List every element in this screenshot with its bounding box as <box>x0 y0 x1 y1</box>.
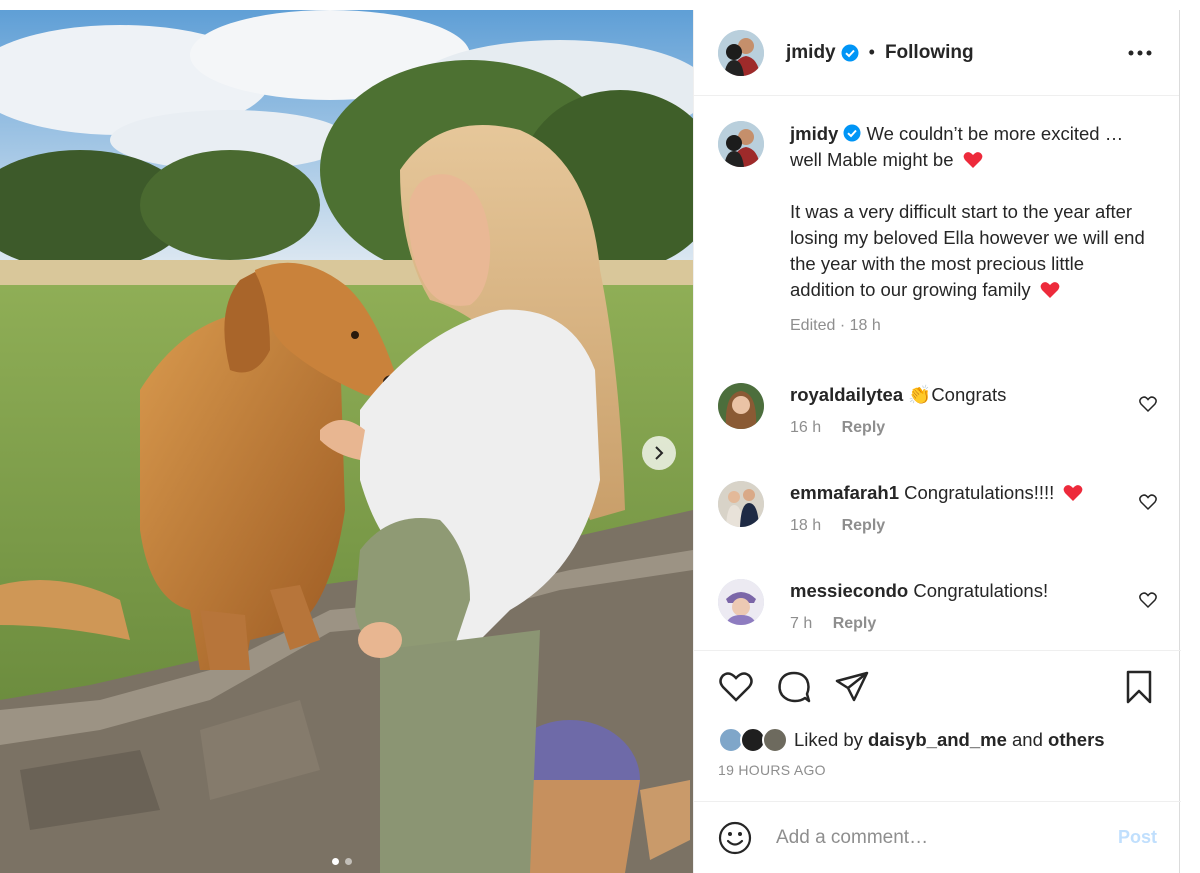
comment-username[interactable]: messiecondo <box>790 580 908 601</box>
comment-username[interactable]: royaldailytea <box>790 384 903 405</box>
like-heart-icon[interactable] <box>718 669 754 705</box>
more-options-icon <box>1128 50 1152 55</box>
reply-button[interactable]: Reply <box>833 615 877 632</box>
liker-avatars[interactable] <box>718 726 794 754</box>
emoji-picker-icon[interactable] <box>718 821 752 855</box>
caption-text-line2: It was a very difficult start to the yea… <box>790 201 1145 300</box>
share-send-icon[interactable] <box>834 669 870 705</box>
liked-by: Liked by daisyb_and_me and others <box>718 726 1157 754</box>
clapping-hands-emoji-icon: 👏 <box>908 384 932 405</box>
caption-text-line1: We couldn’t be more excited … well Mable… <box>790 123 1124 170</box>
post-photo[interactable] <box>0 10 693 873</box>
like-comment-heart-icon[interactable] <box>1139 395 1157 413</box>
commenter-avatar[interactable] <box>718 481 764 527</box>
liked-by-prefix: Liked by <box>794 729 863 750</box>
comment-time: 7 h <box>790 615 813 632</box>
reply-button[interactable]: Reply <box>842 419 886 436</box>
red-heart-emoji-icon <box>1040 282 1060 298</box>
red-heart-emoji-icon <box>963 152 983 168</box>
comment-item: emmafarah1 Congratulations!!!! 18 h Repl… <box>718 481 1157 535</box>
post-caption: jmidy We couldn’t be more excited … well… <box>718 121 1157 339</box>
comments-section[interactable]: jmidy We couldn’t be more excited … well… <box>694 97 1181 650</box>
post-header: jmidy • Following <box>694 10 1179 96</box>
verified-badge-icon <box>841 44 859 61</box>
verified-badge-icon <box>843 124 861 142</box>
post-side-panel: jmidy • Following jmidy We couldn’t be m… <box>693 10 1181 873</box>
avatar-image <box>718 121 764 167</box>
avatar <box>762 727 788 753</box>
comment-text: Congrats <box>931 384 1007 405</box>
liked-by-others[interactable]: others <box>1048 729 1105 751</box>
more-options-button[interactable] <box>1125 38 1155 68</box>
next-photo-button[interactable] <box>642 436 676 470</box>
red-heart-emoji-icon <box>1064 485 1083 501</box>
add-comment-input[interactable] <box>776 826 1096 849</box>
header-username[interactable]: jmidy <box>786 42 836 64</box>
carousel-dot-active[interactable] <box>332 858 339 865</box>
caption-username[interactable]: jmidy <box>790 123 838 144</box>
like-comment-heart-icon[interactable] <box>1139 591 1157 609</box>
comment-text: Congratulations! <box>913 580 1049 601</box>
comment-time: 18 h <box>790 517 822 534</box>
post-image <box>0 10 693 873</box>
following-button[interactable]: Following <box>885 42 974 64</box>
post-time-ago[interactable]: 19 HOURS AGO <box>718 762 1157 778</box>
comment-bubble-icon[interactable] <box>776 669 812 705</box>
liked-by-and: and <box>1012 729 1043 750</box>
avatar-image <box>718 579 764 625</box>
carousel-dot[interactable] <box>345 858 352 865</box>
caption-avatar[interactable] <box>718 121 764 167</box>
commenter-avatar[interactable] <box>718 383 764 429</box>
comment-username[interactable]: emmafarah1 <box>790 482 899 503</box>
reply-button[interactable]: Reply <box>842 517 886 534</box>
comment-composer: Post <box>694 801 1181 873</box>
avatar-image <box>718 481 764 527</box>
post-comment-button[interactable]: Post <box>1118 827 1157 848</box>
comment-text: Congratulations!!!! <box>904 482 1055 503</box>
comment-item: royaldailytea 👏Congrats 16 h Reply <box>718 383 1157 437</box>
comment-time: 16 h <box>790 419 822 436</box>
header-separator: • <box>868 42 875 62</box>
avatar-image <box>718 383 764 429</box>
chevron-right-icon <box>655 446 664 460</box>
avatar[interactable] <box>718 29 764 76</box>
commenter-avatar[interactable] <box>718 579 764 625</box>
avatar-image <box>718 29 764 76</box>
bookmark-save-icon[interactable] <box>1121 669 1157 705</box>
carousel-dots <box>332 858 352 865</box>
like-comment-heart-icon[interactable] <box>1139 493 1157 511</box>
post-actions: Liked by daisyb_and_me and others 19 HOU… <box>694 650 1181 800</box>
caption-edited-time: Edited · 18 h <box>790 317 881 334</box>
liked-by-username[interactable]: daisyb_and_me <box>868 729 1007 751</box>
comment-item: messiecondo Congratulations! 7 h Reply <box>718 579 1157 633</box>
